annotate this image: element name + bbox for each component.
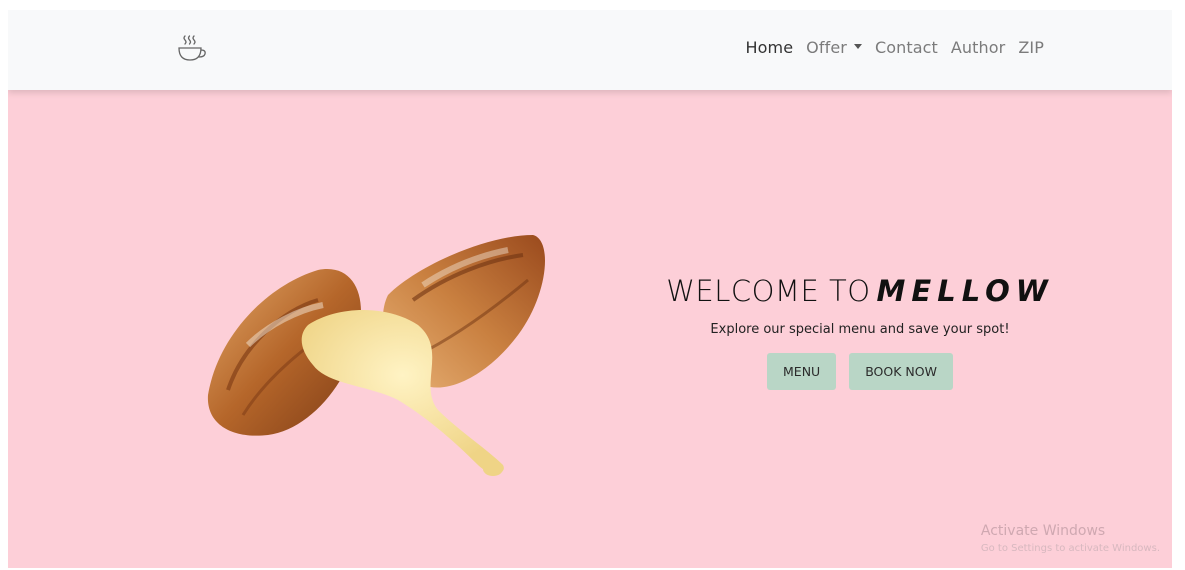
menu-button[interactable]: MENU	[767, 353, 837, 390]
hero-subtitle: Explore our special menu and save your s…	[710, 322, 1010, 337]
navbar: Home Offer Contact Author ZIP	[8, 10, 1172, 90]
nav-contact[interactable]: Contact	[875, 38, 938, 57]
nav-offer-label: Offer	[806, 38, 847, 57]
nav-links: Home Offer Contact Author ZIP	[733, 38, 1045, 57]
brand-name: MELLOW	[876, 274, 1054, 308]
croissant-image	[207, 235, 545, 476]
book-now-button[interactable]: BOOK NOW	[849, 353, 953, 390]
nav-offer-dropdown[interactable]: Offer	[806, 38, 862, 57]
nav-zip[interactable]: ZIP	[1018, 38, 1044, 57]
coffee-cup-icon[interactable]	[174, 32, 208, 66]
browser-viewport: Home Offer Contact Author ZIP WELCOME TO…	[8, 10, 1172, 568]
watermark-subtitle: Go to Settings to activate Windows.	[980, 543, 1160, 554]
caret-down-icon	[853, 44, 862, 49]
nav-author[interactable]: Author	[951, 38, 1005, 57]
hero-text: WELCOME TO MELLOW Explore our special men…	[608, 274, 1112, 390]
nav-home[interactable]: Home	[746, 38, 794, 57]
watermark-title: Activate Windows	[980, 523, 1106, 539]
hero-section: WELCOME TO MELLOW Explore our special men…	[8, 90, 1172, 568]
hero-title: WELCOME TO MELLOW	[608, 274, 1112, 308]
hero-title-prefix: WELCOME TO	[666, 274, 871, 308]
hero-buttons: MENU BOOK NOW	[608, 353, 1112, 390]
activate-windows-watermark: Activate Windows Go to Settings to activ…	[981, 523, 1160, 554]
